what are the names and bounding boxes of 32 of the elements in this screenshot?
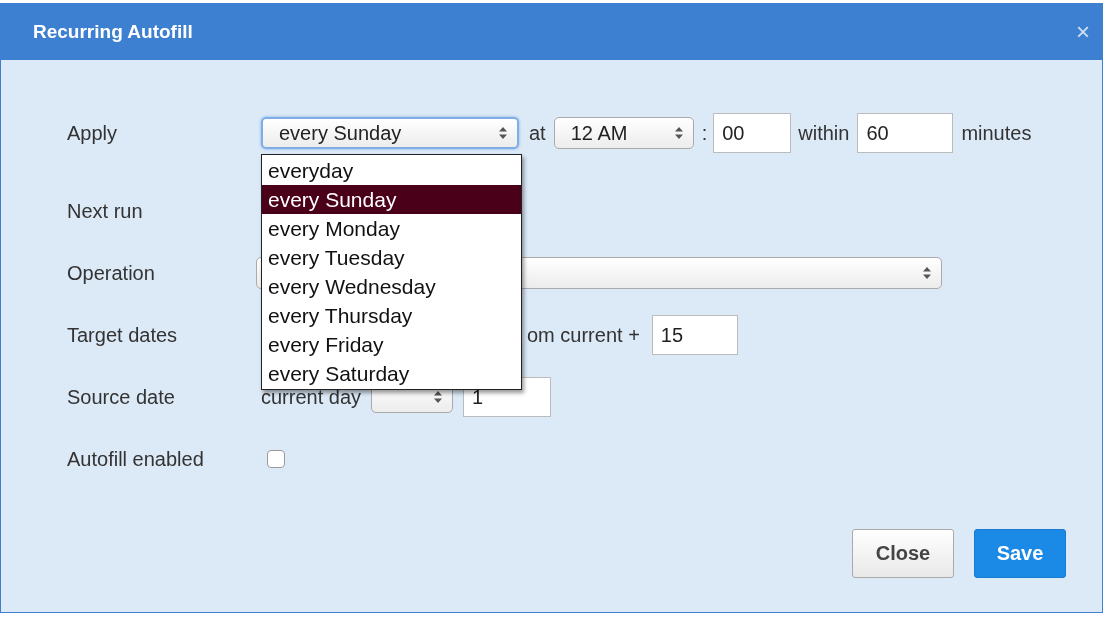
colon-label: : xyxy=(701,121,708,145)
minutes-label: minutes xyxy=(961,121,1032,145)
checkbox[interactable] xyxy=(267,450,285,468)
source-date-text: current day xyxy=(261,385,362,409)
window-title: Recurring Autofill xyxy=(33,21,193,43)
dropdown-option[interactable]: every Monday xyxy=(262,214,521,243)
input-field[interactable]: 60 xyxy=(857,113,954,153)
up-down-arrows-icon xyxy=(499,126,507,140)
dropdown-option[interactable]: every Friday xyxy=(262,330,521,359)
at-label: at xyxy=(529,121,546,145)
dropdown-option[interactable]: every Sunday xyxy=(262,185,521,214)
save-button[interactable]: Save xyxy=(974,529,1066,578)
dropdown-option[interactable]: every Wednesday xyxy=(262,272,521,301)
field-label: Target dates xyxy=(67,323,179,347)
dropdown-option[interactable]: everyday xyxy=(262,156,521,185)
field-label: Operation xyxy=(67,261,156,285)
field-label: Source date xyxy=(67,385,176,409)
close-button[interactable]: Close xyxy=(852,529,954,578)
target-dates-text: om current + xyxy=(527,323,640,347)
field-label: Apply xyxy=(67,121,119,145)
input-field[interactable]: 15 xyxy=(651,315,738,355)
input-field[interactable]: 00 xyxy=(713,113,792,153)
field-label: Next run xyxy=(67,199,144,223)
select-field[interactable]: 12 AM xyxy=(553,117,694,149)
dropdown-option[interactable]: every Tuesday xyxy=(262,243,521,272)
up-down-arrows-icon xyxy=(923,266,931,280)
within-label: within xyxy=(798,121,850,145)
dropdown-option[interactable]: every Thursday xyxy=(262,301,521,330)
up-down-arrows-icon xyxy=(434,390,443,404)
select-field[interactable]: every Sunday xyxy=(261,117,519,149)
up-down-arrows-icon xyxy=(674,126,683,140)
field-label: Autofill enabled xyxy=(67,447,205,471)
